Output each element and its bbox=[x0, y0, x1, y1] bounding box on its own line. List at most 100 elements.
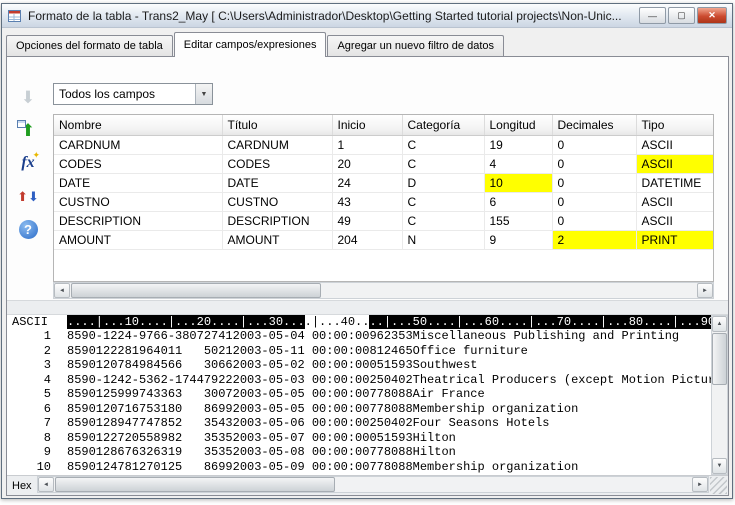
scroll-right-icon[interactable]: ► bbox=[697, 283, 713, 298]
add-field-button[interactable]: ⬆ bbox=[14, 116, 42, 144]
cell-inicio[interactable]: 49 bbox=[332, 211, 402, 230]
cell-decimales[interactable]: 0 bbox=[552, 135, 636, 154]
cell-inicio[interactable]: 24 bbox=[332, 173, 402, 192]
help-button[interactable]: ? bbox=[14, 215, 42, 243]
cell-t-tulo[interactable]: CODES bbox=[222, 154, 332, 173]
cell-inicio[interactable]: 20 bbox=[332, 154, 402, 173]
cell-tipo[interactable]: ASCII bbox=[636, 135, 713, 154]
cell-decimales[interactable]: 2 bbox=[552, 230, 636, 249]
cell-nombre[interactable]: DATE bbox=[54, 173, 222, 192]
cell-longitud[interactable]: 9 bbox=[484, 230, 552, 249]
title-bar[interactable]: Formato de la tabla - Trans2_May [ C:\Us… bbox=[2, 4, 732, 28]
line-text[interactable]: 8590124781270125 86992003-05-09 00:00:00… bbox=[51, 460, 728, 475]
field-row-date[interactable]: DATEDATE24D100DATETIME bbox=[54, 173, 713, 192]
cell-inicio[interactable]: 43 bbox=[332, 192, 402, 211]
cell-t-tulo[interactable]: CUSTNO bbox=[222, 192, 332, 211]
cell-tipo[interactable]: ASCII bbox=[636, 154, 713, 173]
preview-line[interactable]: 108590124781270125 86992003-05-09 00:00:… bbox=[7, 460, 728, 475]
line-text[interactable]: 8590-1242-5362-174479222003-05-03 00:00:… bbox=[51, 373, 728, 388]
field-row-codes[interactable]: CODESCODES20C40ASCII bbox=[54, 154, 713, 173]
line-text[interactable]: 8590128947747852 35432003-05-06 00:00:00… bbox=[51, 416, 728, 431]
field-row-cardnum[interactable]: CARDNUMCARDNUM1C190ASCII bbox=[54, 135, 713, 154]
scroll-right-icon[interactable]: ► bbox=[692, 477, 708, 492]
cell-decimales[interactable]: 0 bbox=[552, 154, 636, 173]
cell-categor-a[interactable]: N bbox=[402, 230, 484, 249]
line-text[interactable]: 8590120716753180 86992003-05-05 00:00:00… bbox=[51, 402, 728, 417]
column-header-inicio[interactable]: Inicio bbox=[332, 115, 402, 135]
preview-line[interactable]: 78590128947747852 35432003-05-06 00:00:0… bbox=[7, 416, 728, 431]
cell-decimales[interactable]: 0 bbox=[552, 173, 636, 192]
cell-longitud[interactable]: 10 bbox=[484, 173, 552, 192]
cell-nombre[interactable]: CARDNUM bbox=[54, 135, 222, 154]
close-button[interactable]: ✕ bbox=[697, 7, 727, 24]
line-text[interactable]: 8590122720558982 35352003-05-07 00:00:00… bbox=[51, 431, 728, 446]
column-header-t-tulo[interactable]: Título bbox=[222, 115, 332, 135]
tab-opciones-formato-tabla[interactable]: Opciones del formato de tabla bbox=[6, 35, 173, 56]
field-row-description[interactable]: DESCRIPTIONDESCRIPTION49C1550ASCII bbox=[54, 211, 713, 230]
field-filter-dropdown[interactable]: Todos los campos ▼ bbox=[53, 83, 213, 105]
preview-vertical-scrollbar[interactable]: ▲ ▼ bbox=[711, 315, 728, 475]
preview-line[interactable]: 38590120784984566 30662003-05-02 00:00:0… bbox=[7, 358, 728, 373]
splitter[interactable] bbox=[7, 300, 728, 315]
cell-nombre[interactable]: CODES bbox=[54, 154, 222, 173]
maximize-button[interactable]: ▢ bbox=[668, 7, 695, 24]
cell-inicio[interactable]: 1 bbox=[332, 135, 402, 154]
hex-label[interactable]: Hex bbox=[7, 480, 38, 492]
cell-longitud[interactable]: 4 bbox=[484, 154, 552, 173]
preview-line[interactable]: 58590125999743363 30072003-05-05 00:00:0… bbox=[7, 387, 728, 402]
resize-grip[interactable] bbox=[710, 477, 727, 494]
grid-horizontal-scrollbar[interactable]: ◄ ► bbox=[53, 282, 714, 299]
column-header-tipo[interactable]: Tipo bbox=[636, 115, 713, 135]
preview-line[interactable]: 48590-1242-5362-174479222003-05-03 00:00… bbox=[7, 373, 728, 388]
v-scroll-thumb[interactable] bbox=[712, 333, 727, 385]
cell-categor-a[interactable]: C bbox=[402, 211, 484, 230]
cell-t-tulo[interactable]: DATE bbox=[222, 173, 332, 192]
cell-tipo[interactable]: PRINT bbox=[636, 230, 713, 249]
line-text[interactable]: 8590128676326319 35352003-05-08 00:00:00… bbox=[51, 445, 728, 460]
scroll-left-icon[interactable]: ◄ bbox=[38, 477, 54, 492]
column-header-decimales[interactable]: Decimales bbox=[552, 115, 636, 135]
preview-line[interactable]: 98590128676326319 35352003-05-08 00:00:0… bbox=[7, 445, 728, 460]
scroll-down-icon[interactable]: ▼ bbox=[712, 458, 727, 474]
cell-categor-a[interactable]: C bbox=[402, 192, 484, 211]
preview-horizontal-scrollbar[interactable]: ◄ ► bbox=[37, 476, 709, 493]
preview-line[interactable]: 88590122720558982 35352003-05-07 00:00:0… bbox=[7, 431, 728, 446]
cell-longitud[interactable]: 6 bbox=[484, 192, 552, 211]
field-row-amount[interactable]: AMOUNTAMOUNT204N92PRINT bbox=[54, 230, 713, 249]
cell-inicio[interactable]: 204 bbox=[332, 230, 402, 249]
tab-agregar-filtro-datos[interactable]: Agregar un nuevo filtro de datos bbox=[327, 35, 504, 56]
preview-line[interactable]: 18590-1224-9766-380727412003-05-04 00:00… bbox=[7, 329, 728, 344]
line-text[interactable]: 8590125999743363 30072003-05-05 00:00:00… bbox=[51, 387, 728, 402]
column-header-longitud[interactable]: Longitud bbox=[484, 115, 552, 135]
h-scroll-thumb[interactable] bbox=[71, 283, 321, 298]
ruler[interactable]: ....|...10....|...20....|...30....|...40… bbox=[67, 315, 728, 329]
edit-expression-button[interactable]: fx✦ bbox=[14, 149, 42, 177]
line-text[interactable]: 8590120784984566 30662003-05-02 00:00:00… bbox=[51, 358, 728, 373]
chevron-down-icon[interactable]: ▼ bbox=[195, 84, 212, 104]
cell-tipo[interactable]: ASCII bbox=[636, 211, 713, 230]
preview-line[interactable]: 68590120716753180 86992003-05-05 00:00:0… bbox=[7, 402, 728, 417]
cell-nombre[interactable]: AMOUNT bbox=[54, 230, 222, 249]
cell-longitud[interactable]: 155 bbox=[484, 211, 552, 230]
cell-tipo[interactable]: DATETIME bbox=[636, 173, 713, 192]
line-text[interactable]: 8590122281964011 50212003-05-11 00:00:00… bbox=[51, 344, 728, 359]
cell-categor-a[interactable]: C bbox=[402, 135, 484, 154]
cell-tipo[interactable]: ASCII bbox=[636, 192, 713, 211]
column-header-categor-a[interactable]: Categoría bbox=[402, 115, 484, 135]
cell-t-tulo[interactable]: DESCRIPTION bbox=[222, 211, 332, 230]
cell-t-tulo[interactable]: AMOUNT bbox=[222, 230, 332, 249]
reorder-fields-button[interactable]: ⬆⬇ bbox=[14, 182, 42, 210]
scroll-left-icon[interactable]: ◄ bbox=[54, 283, 70, 298]
column-header-nombre[interactable]: Nombre bbox=[54, 115, 222, 135]
minimize-button[interactable]: — bbox=[639, 7, 666, 24]
line-text[interactable]: 8590-1224-9766-380727412003-05-04 00:00:… bbox=[51, 329, 728, 344]
cell-t-tulo[interactable]: CARDNUM bbox=[222, 135, 332, 154]
cell-nombre[interactable]: CUSTNO bbox=[54, 192, 222, 211]
tab-editar-campos-expresiones[interactable]: Editar campos/expresiones bbox=[174, 32, 327, 57]
cell-decimales[interactable]: 0 bbox=[552, 192, 636, 211]
scroll-up-icon[interactable]: ▲ bbox=[712, 316, 727, 332]
field-row-custno[interactable]: CUSTNOCUSTNO43C60ASCII bbox=[54, 192, 713, 211]
preview-line[interactable]: 28590122281964011 50212003-05-11 00:00:0… bbox=[7, 344, 728, 359]
cell-categor-a[interactable]: D bbox=[402, 173, 484, 192]
h-scroll-thumb[interactable] bbox=[55, 477, 335, 492]
